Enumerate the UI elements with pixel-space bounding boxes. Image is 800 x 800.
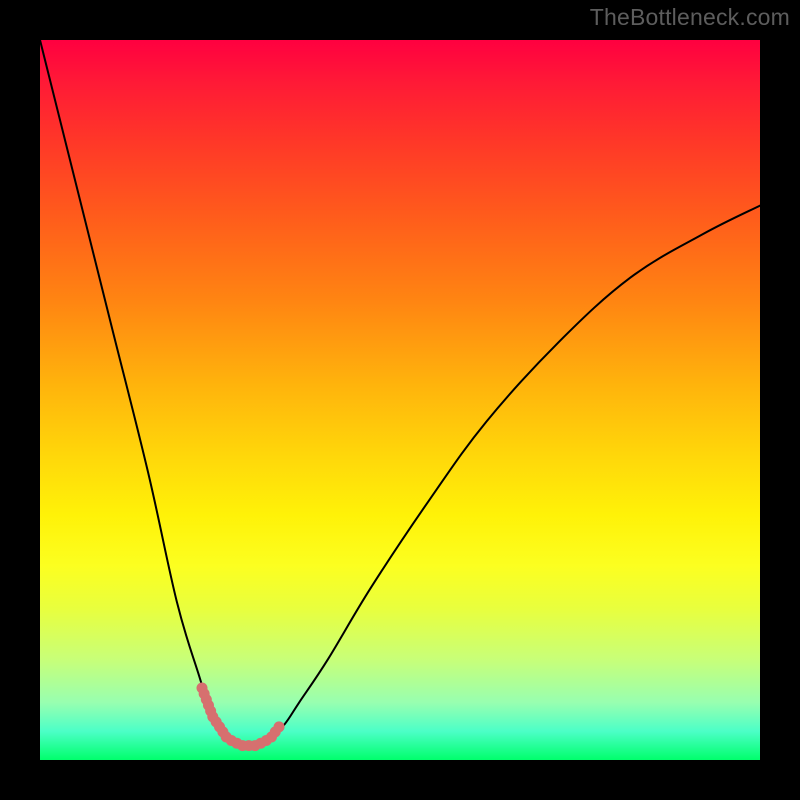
bottleneck-curve bbox=[40, 40, 760, 747]
chart-container: { "watermark": "TheBottleneck.com", "cha… bbox=[0, 0, 800, 800]
plot-area bbox=[40, 40, 760, 760]
series-layer bbox=[40, 40, 760, 751]
valley-dot bbox=[274, 721, 285, 732]
curve-svg bbox=[40, 40, 760, 760]
watermark-text: TheBottleneck.com bbox=[590, 4, 790, 31]
